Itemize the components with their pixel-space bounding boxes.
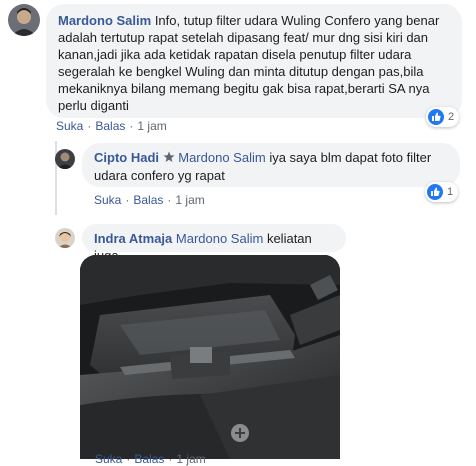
mention-link[interactable]: Mardono Salim xyxy=(176,231,263,246)
reply-actions: Suka · Balas · 1 jam xyxy=(95,452,206,466)
comment-author[interactable]: Mardono Salim xyxy=(58,13,151,28)
timestamp[interactable]: 1 jam xyxy=(176,452,205,466)
reaction-count[interactable]: 2 xyxy=(426,107,460,127)
mention-link[interactable]: Mardono Salim xyxy=(178,150,265,165)
like-link[interactable]: Suka xyxy=(95,452,122,466)
comment-text: Info, tutup filter udara Wuling Confero … xyxy=(58,13,440,113)
comment-author[interactable]: Indra Atmaja xyxy=(94,231,172,246)
reply-link[interactable]: Balas xyxy=(95,119,125,133)
comment-author[interactable]: Cipto Hadi xyxy=(94,150,159,165)
timestamp[interactable]: 1 jam xyxy=(175,193,204,207)
reply-link[interactable]: Balas xyxy=(133,193,163,207)
avatar-indra[interactable] xyxy=(55,228,75,248)
like-thumb-icon xyxy=(428,109,444,125)
attached-photo[interactable] xyxy=(80,255,340,459)
like-link[interactable]: Suka xyxy=(94,193,121,207)
reply-link[interactable]: Balas xyxy=(134,452,164,466)
like-thumb-icon xyxy=(427,184,443,200)
avatar-cipto[interactable] xyxy=(55,149,75,169)
timestamp[interactable]: 1 jam xyxy=(137,119,166,133)
comment-actions: Suka · Balas · 1 jam xyxy=(56,119,167,133)
avatar-mardono[interactable] xyxy=(8,4,40,36)
comment-bubble: Mardono Salim Info, tutup filter udara W… xyxy=(46,4,462,118)
reply-bubble: Indra Atmaja Mardono Salim keliatan juga xyxy=(82,224,346,263)
like-link[interactable]: Suka xyxy=(56,119,83,133)
reply-actions: Suka · Balas · 1 jam xyxy=(94,193,205,207)
reaction-count[interactable]: 1 xyxy=(425,182,459,202)
top-fan-star-icon xyxy=(163,150,175,167)
reply-bubble: Cipto Hadi Mardono Salim iya saya blm da… xyxy=(82,143,460,187)
